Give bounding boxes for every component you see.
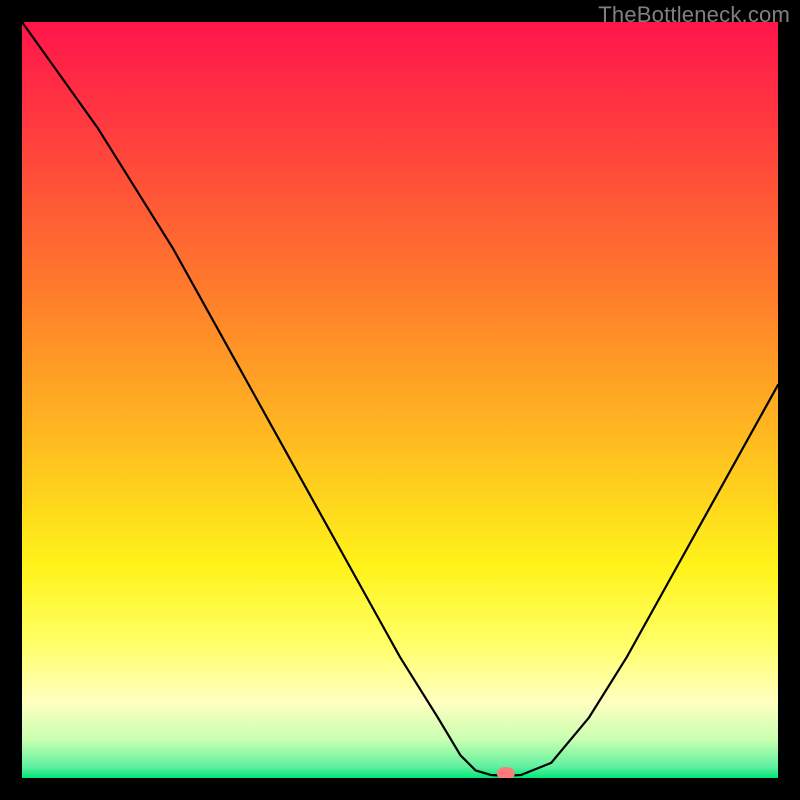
chart-svg (22, 22, 778, 778)
chart-plot (22, 22, 778, 778)
chart-frame: TheBottleneck.com (0, 0, 800, 800)
